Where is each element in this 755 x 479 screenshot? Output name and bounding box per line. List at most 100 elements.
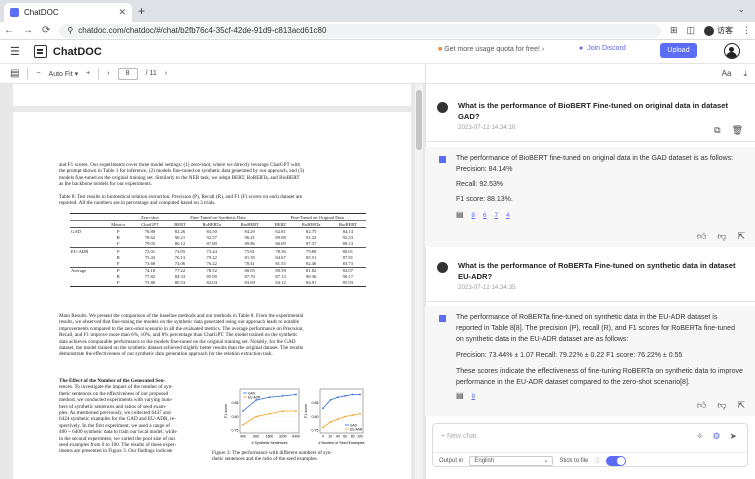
- delete-icon[interactable]: 🗑︎: [732, 125, 743, 136]
- chat-input-placeholder: New chat.: [447, 433, 479, 440]
- url-field[interactable]: ⚲ chatdoc.com/chatdoc/#/chat/b2fb76c4-35…: [59, 23, 661, 38]
- table-cell: P: [104, 227, 133, 235]
- table-cell: 84.29: [230, 227, 269, 235]
- discord-link[interactable]: ● Join Discord: [579, 45, 626, 52]
- table-cell: 89.86: [244, 241, 255, 247]
- y-tick-label: 0.80: [312, 415, 319, 419]
- thumbs-up-icon[interactable]: 👍︎: [697, 400, 706, 411]
- table-header-cell: Fine-Tuned on Original Data: [268, 212, 366, 221]
- outline-icon[interactable]: ▤: [10, 68, 19, 79]
- user-avatar-icon: [437, 102, 448, 113]
- output-language-select[interactable]: English ⌄: [469, 455, 554, 466]
- next-page-icon[interactable]: ›: [165, 70, 167, 77]
- promo-link[interactable]: ■ Get more usage quota for free! ›: [438, 46, 544, 53]
- forward-icon[interactable]: →: [23, 25, 33, 36]
- copy-icon[interactable]: ⧉: [714, 125, 720, 136]
- zoom-select[interactable]: Auto Fit ▾: [49, 70, 79, 78]
- prev-page-icon[interactable]: ‹: [107, 70, 109, 77]
- reload-icon[interactable]: ⟳: [42, 25, 50, 36]
- table-cell: 73.44: [192, 246, 231, 255]
- reference-link[interactable]: 7: [495, 212, 499, 219]
- share-icon[interactable]: ⇱: [737, 400, 745, 411]
- table-cell: 74.18: [132, 266, 168, 274]
- zoom-in-icon[interactable]: +: [86, 70, 90, 77]
- back-icon[interactable]: ←: [4, 25, 14, 36]
- table-cell: 83.69: [230, 279, 269, 288]
- profile-label: 访客: [717, 26, 733, 35]
- data-point: [351, 393, 354, 396]
- app-title: ChatDOC: [52, 45, 102, 58]
- table-cell: EU-ADR: [70, 246, 105, 255]
- pdf-text-line: as the backbone models for our experimen…: [59, 181, 152, 188]
- table-header-cell: Zero-shot: [132, 212, 168, 221]
- site-info-icon[interactable]: ⚲: [67, 26, 73, 35]
- close-tab-icon[interactable]: ✕: [118, 7, 126, 18]
- browser-tab[interactable]: ChatDOC ✕: [4, 3, 132, 22]
- upload-button[interactable]: Upload: [660, 43, 697, 58]
- page-total: / 11: [145, 70, 157, 77]
- new-tab-icon[interactable]: +: [138, 4, 145, 18]
- table-cell: [70, 241, 104, 248]
- answer-text: These scores indicate the effectiveness …: [456, 368, 743, 386]
- font-size-icon[interactable]: Aa: [722, 69, 732, 79]
- thumbs-up-icon[interactable]: 👍︎: [697, 231, 706, 242]
- data-point: [322, 407, 324, 410]
- reference-link[interactable]: 6: [483, 212, 487, 219]
- data-point: [281, 410, 284, 412]
- sidepanel-icon[interactable]: ◫: [686, 25, 695, 36]
- table-header-cell: Fine-Tuned on Synthetic Data: [167, 212, 269, 221]
- table-cell: 72.01: [132, 246, 168, 255]
- reference-link[interactable]: 8: [472, 393, 476, 400]
- thumbs-down-icon[interactable]: 👎︎: [717, 400, 726, 411]
- y-tick-label: 0.80: [232, 415, 239, 419]
- table-cell: [70, 260, 104, 267]
- legend-label: EU-ADR: [248, 395, 261, 399]
- chat-input-box[interactable]: + New chat. ✧ ⚙ ➤ Output in English ⌄ Sti…: [432, 423, 748, 467]
- reference-link[interactable]: 8: [472, 212, 476, 219]
- tab-title: ChatDOC: [24, 8, 59, 17]
- series-line-gad: [322, 394, 360, 409]
- source-icon[interactable]: ▤: [456, 210, 464, 219]
- send-icon[interactable]: ➤: [729, 431, 737, 442]
- zoom-value: Auto Fit: [48, 70, 73, 78]
- browser-menu-icon[interactable]: ⋮: [742, 25, 751, 36]
- data-point: [359, 412, 361, 415]
- table-cell: 81.55: [275, 260, 286, 266]
- answer-text: F1 score: 88.13%.: [456, 196, 513, 203]
- data-point: [359, 393, 361, 396]
- user-avatar[interactable]: [724, 43, 740, 59]
- reference-link[interactable]: 4: [506, 212, 510, 219]
- page-number-input[interactable]: 8: [117, 67, 138, 80]
- data-point: [242, 423, 244, 426]
- table-cell: 84.12: [268, 279, 293, 288]
- table-cell: 77.22: [167, 266, 193, 274]
- table-cell: GAD: [70, 227, 105, 235]
- zoom-out-icon[interactable]: −: [36, 70, 40, 77]
- table-cell: 79.89: [292, 246, 330, 255]
- profile-button[interactable]: 访客: [704, 25, 733, 36]
- chat-input[interactable]: + New chat.: [441, 433, 478, 440]
- pdf-toolbar: ▤ − Auto Fit ▾ + ‹ 8 / 11 ›: [0, 64, 425, 84]
- data-point: [281, 394, 284, 397]
- results-table: Zero-shot Fine-Tuned on Synthetic Data Fin…: [70, 212, 366, 288]
- data-point: [329, 421, 332, 423]
- magic-icon[interactable]: ✧: [696, 431, 704, 442]
- table-row: Average P 74.18 77.22 78.52 80.05 80.58 81.82 82…: [70, 266, 366, 274]
- translate-icon[interactable]: ⊞: [670, 25, 678, 36]
- share-icon[interactable]: ⇱: [737, 231, 745, 242]
- browser-tab-bar: ChatDOC ✕ + ⌄: [0, 0, 755, 22]
- hamburger-menu-icon[interactable]: ☰: [10, 45, 20, 58]
- tab-search-icon[interactable]: ⌄: [737, 4, 745, 15]
- question-message: What is the performance of RoBERTa Fine-…: [425, 260, 755, 291]
- download-icon[interactable]: ⤓: [743, 69, 747, 79]
- table-cell: 82.81: [268, 227, 293, 235]
- x-tick-label: 3200: [279, 435, 287, 439]
- source-icon[interactable]: ▤: [456, 391, 464, 400]
- chatdoc-favicon-icon: [10, 8, 19, 17]
- discord-label: Join Discord: [587, 45, 626, 52]
- stick-to-file-toggle[interactable]: [606, 455, 627, 466]
- pdf-scrollbar-thumb[interactable]: [416, 90, 422, 150]
- table-header-cell: RoBERTa: [292, 220, 330, 228]
- settings-icon[interactable]: ⚙: [712, 431, 720, 442]
- thumbs-down-icon[interactable]: 👎︎: [717, 231, 726, 242]
